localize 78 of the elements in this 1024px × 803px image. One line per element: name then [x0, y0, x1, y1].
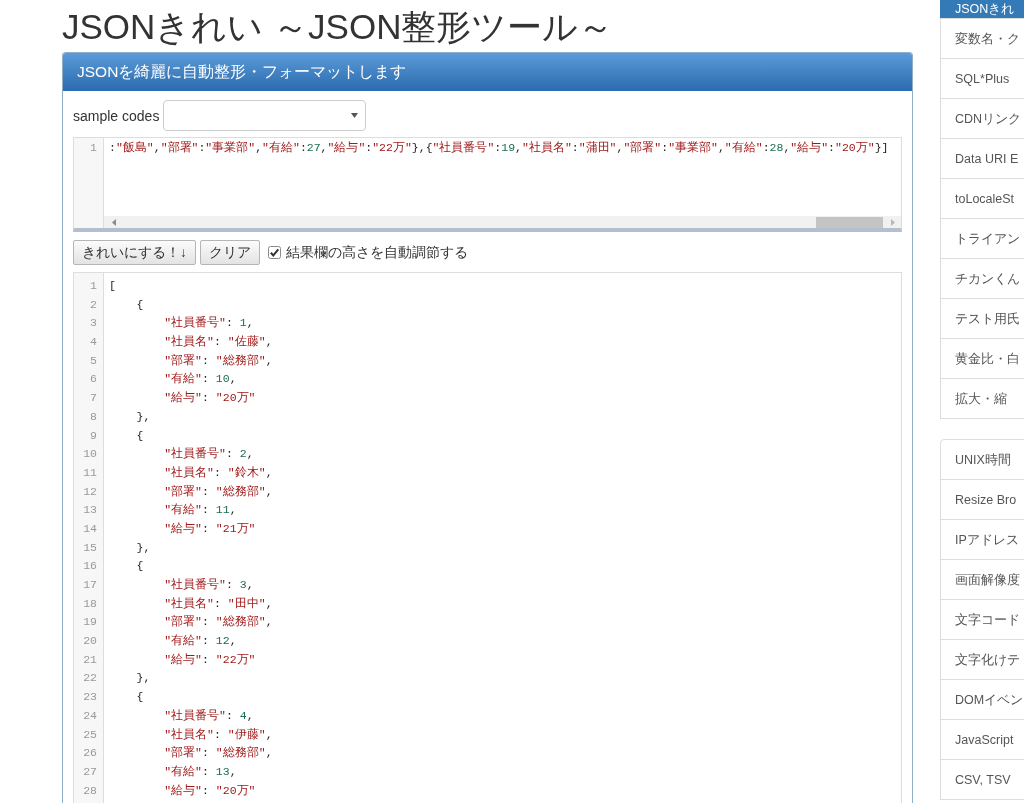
line-number: 16 [82, 558, 98, 575]
code-line: { [135, 558, 145, 575]
code-line: "給与": "21万" [163, 520, 257, 537]
code-line: "社員番号": 3, [163, 577, 255, 593]
sidebar-link[interactable]: 拡大・縮 [940, 378, 1024, 419]
code-line: "給与": "22万" [163, 651, 257, 668]
output-editor[interactable] [73, 272, 902, 803]
line-number: 18 [82, 595, 98, 612]
line-number: 17 [82, 577, 98, 593]
line-number: 8 [89, 408, 98, 425]
line-number: 24 [82, 707, 98, 724]
code-line: "給与": "20万" [163, 782, 257, 799]
sidebar-link[interactable]: 変数名・ク [940, 18, 1024, 59]
line-number: 2 [89, 296, 98, 313]
right-arrow-icon[interactable] [891, 218, 895, 226]
code-line: "部署": "総務部", [163, 745, 274, 762]
code-line: "部署": "総務部", [163, 614, 274, 631]
code-line: "部署": "総務部", [163, 352, 274, 369]
line-number: 11 [82, 464, 98, 481]
code-line: { [135, 689, 145, 706]
code-line: "有給": 12, [163, 633, 238, 650]
code-line: "社員名": "佐藤", [163, 334, 274, 351]
code-line: "社員番号": 2, [163, 446, 255, 463]
code-line: }, [135, 539, 152, 556]
line-number: 15 [82, 539, 98, 556]
line-number: 6 [89, 371, 98, 388]
code-line: :"飯島","部署":"事業部","有給":27,"給与":"22万"},{"社員番号":19,"社員名":"蒲田","部署":"事業部","有給":28,"給与":"20万"}] [109, 140, 890, 156]
scrollbar-thumb[interactable] [816, 216, 883, 228]
line-number: 26 [82, 745, 98, 762]
panel-heading: JSONを綺麗に自動整形・フォーマットします [63, 53, 912, 91]
line-number: 22 [82, 670, 98, 687]
line-number: 1 [89, 278, 98, 294]
code-line: "社員番号": 4, [163, 707, 255, 724]
code-line: { [135, 427, 145, 444]
line-number: 10 [82, 446, 98, 463]
left-arrow-icon[interactable] [112, 218, 116, 226]
code-line: "社員名": "伊藤", [163, 726, 274, 743]
code-line: [ [109, 278, 117, 294]
line-number: 21 [82, 651, 98, 668]
code-line: "有給": 11, [163, 502, 238, 519]
line-number: 23 [82, 689, 98, 706]
clear-button[interactable]: クリア [199, 240, 260, 265]
line-number: 12 [82, 483, 98, 500]
horizontal-scrollbar[interactable] [104, 216, 901, 228]
caret-icon [351, 113, 359, 118]
sample-codes-select[interactable] [163, 100, 367, 131]
sidebar-link[interactable]: UNIX時間 [940, 439, 1024, 480]
line-number: 9 [89, 427, 98, 444]
code-line: "社員名": "田中", [163, 595, 274, 612]
code-line: "部署": "総務部", [163, 483, 274, 500]
sidebar-link[interactable]: DOMイベン [940, 679, 1024, 720]
line-number: 14 [82, 520, 98, 537]
line-number: 25 [82, 726, 98, 743]
line-number: 27 [82, 763, 98, 780]
line-number: 20 [82, 633, 98, 650]
code-line: { [135, 296, 145, 313]
code-line: "社員番号": 1, [163, 315, 255, 332]
auto-height-checkbox[interactable] [267, 246, 281, 259]
code-line: }, [135, 670, 152, 687]
code-line: }, [135, 408, 152, 425]
checkbox-label: 結果欄の高さを自動調節する [285, 243, 468, 262]
input-editor[interactable]: 1 :"飯島","部署":"事業部","有給":27,"給与":"22万"},{"社員番号":19,"社員名":"蒲田","部署":"事業部","有給":28,"給与":"20万"}] [73, 137, 902, 232]
line-number: 7 [89, 390, 98, 407]
line-number: 13 [82, 502, 98, 519]
page-title: JSONきれい ～JSON整形ツール～ [62, 6, 615, 48]
code-line: "有給": 10, [163, 371, 238, 388]
line-number: 3 [89, 315, 98, 332]
line-number: 1 [89, 140, 98, 156]
sidebar-link[interactable]: CSV, TSV [940, 759, 1024, 800]
line-number: 19 [82, 614, 98, 631]
code-line: "給与": "20万" [163, 390, 257, 407]
code-line: "社員名": "鈴木", [163, 464, 274, 481]
line-number: 28 [82, 782, 98, 799]
code-line: "有給": 13, [163, 763, 238, 780]
format-button[interactable]: きれいにする！↓ [73, 240, 196, 265]
line-number: 4 [89, 334, 98, 351]
sample-codes-label: sample codes [73, 107, 160, 124]
line-number: 5 [89, 352, 98, 369]
